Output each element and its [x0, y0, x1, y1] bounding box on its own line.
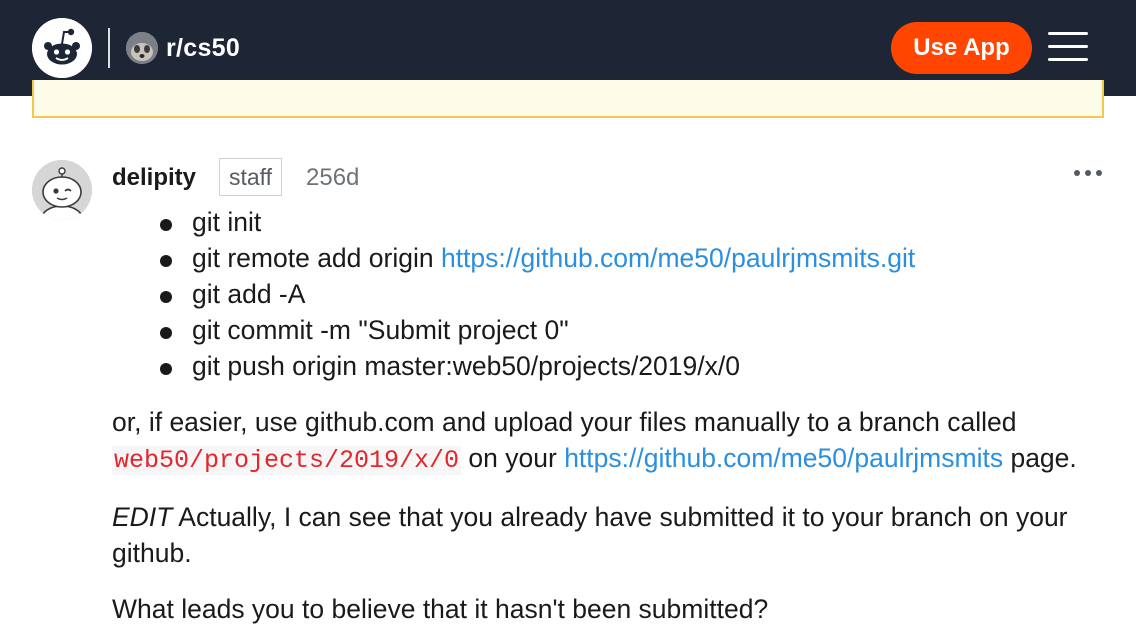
question-paragraph: What leads you to believe that it hasn't…: [112, 594, 769, 624]
edit-label: EDIT: [112, 502, 173, 532]
edit-paragraph: EDIT Actually, I can see that you alread…: [112, 502, 1068, 568]
list-item: git init: [158, 204, 1112, 240]
notice-banner: [32, 80, 1104, 118]
github-repo-link[interactable]: https://github.com/me50/paulrjmsmits.git: [441, 243, 915, 273]
more-options-icon[interactable]: [1074, 170, 1102, 178]
use-app-button[interactable]: Use App: [891, 22, 1032, 74]
header-divider: [108, 28, 110, 68]
list-item: git remote add origin https://github.com…: [158, 240, 1112, 276]
comment-body: git init git remote add origin https://g…: [112, 204, 1112, 627]
instructions-paragraph: or, if easier, use github.com and upload…: [112, 407, 1077, 475]
branch-name-code: web50/projects/2019/x/0: [112, 446, 462, 475]
git-steps-list: git init git remote add origin https://g…: [158, 204, 1112, 384]
github-profile-link[interactable]: https://github.com/me50/paulrjmsmits: [564, 443, 1003, 473]
list-item: git add -A: [158, 276, 1112, 312]
list-item: git commit -m "Submit project 0": [158, 312, 1112, 348]
subreddit-avatar-icon[interactable]: [126, 32, 158, 64]
user-avatar-icon[interactable]: [32, 160, 92, 220]
list-item: git push origin master:web50/projects/20…: [158, 348, 1112, 384]
hamburger-menu-icon[interactable]: [1048, 30, 1088, 64]
comment-timestamp: 256d: [306, 164, 360, 191]
user-flair-badge: staff: [219, 158, 283, 196]
reddit-snoo-icon[interactable]: [32, 18, 92, 78]
subreddit-name[interactable]: r/cs50: [166, 34, 240, 63]
comment-author[interactable]: delipity: [112, 164, 196, 192]
